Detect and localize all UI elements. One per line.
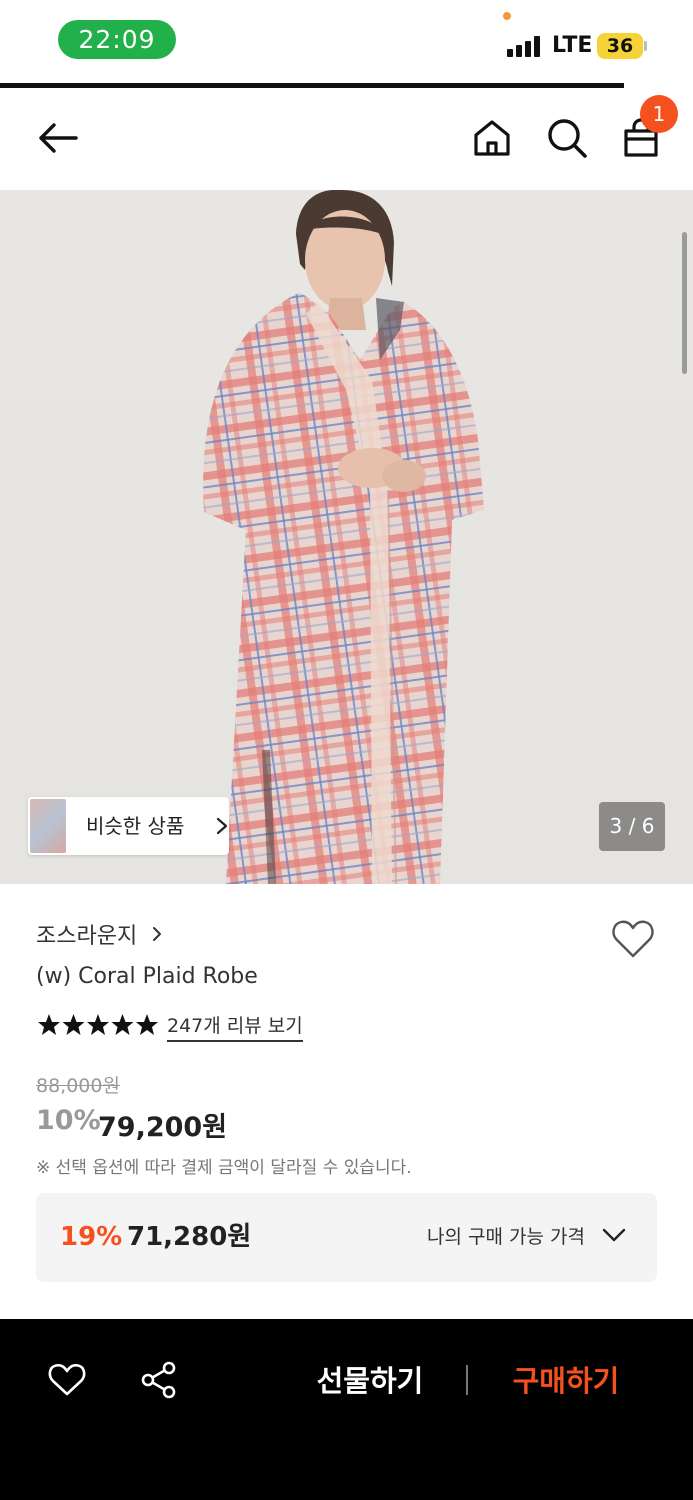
star-icon [136,1014,158,1035]
original-price: 88,000원 [36,1075,120,1097]
home-icon [474,120,510,156]
bottom-action-bar: 선물하기 구매하기 [0,1319,693,1500]
top-nav [0,88,693,190]
sale-price: 79,200원 [98,1112,228,1143]
status-time: 22:09 [58,20,176,59]
back-arrow-icon [39,123,78,153]
network-type: LTE [552,33,593,58]
bottom-wishlist-button[interactable] [48,1363,86,1397]
button-divider [466,1365,468,1395]
my-price-label: 나의 구매 가능 가격 [427,1226,585,1248]
product-image-gallery[interactable] [0,190,693,884]
product-photo [203,190,484,884]
chevron-down-icon [602,1228,626,1242]
share-icon [141,1361,176,1399]
buy-button[interactable]: 구매하기 [496,1353,636,1409]
product-name: (w) Coral Plaid Robe [36,964,258,989]
image-page-counter: 3 / 6 [599,802,665,851]
reviews-link[interactable]: 247개 리뷰 보기 [167,1011,303,1042]
rating-stars [38,1014,158,1035]
my-discount-rate: 19% [60,1222,123,1252]
similar-products-button[interactable]: 비슷한 상품 [28,797,229,855]
battery-tip [644,41,647,51]
similar-products-label: 비슷한 상품 [86,814,185,838]
gift-button[interactable]: 선물하기 [300,1353,440,1409]
star-icon [111,1014,134,1035]
status-bar: 22:09 LTE 36 [0,0,693,84]
signal-icon [507,36,543,57]
back-button[interactable] [34,114,82,162]
share-button[interactable] [140,1361,178,1399]
page-scrollbar[interactable] [682,232,687,374]
star-icon [38,1014,60,1035]
heart-outline-icon [48,1363,86,1396]
brand-link[interactable]: 조스라운지 [36,918,137,950]
price-notice: ※ 선택 옵션에 따라 결제 금액이 달라질 수 있습니다. [36,1158,412,1178]
battery-level: 36 [597,33,643,59]
cart-count-badge: 1 [640,95,678,133]
search-button[interactable] [543,114,591,162]
my-price-dropdown[interactable]: 19% 71,280원 나의 구매 가능 가격 [36,1193,657,1282]
chevron-right-icon [153,927,161,941]
star-icon [62,1014,85,1035]
similar-product-thumbnail [30,799,66,853]
chevron-right-icon [216,817,228,835]
discount-rate: 10% [36,1105,101,1136]
my-price: 71,280원 [127,1222,252,1252]
home-button[interactable] [468,114,516,162]
search-icon [548,119,587,158]
privacy-indicator-dot [503,12,511,20]
heart-outline-icon [612,920,654,958]
star-icon [87,1014,109,1035]
wishlist-button[interactable] [611,919,655,959]
